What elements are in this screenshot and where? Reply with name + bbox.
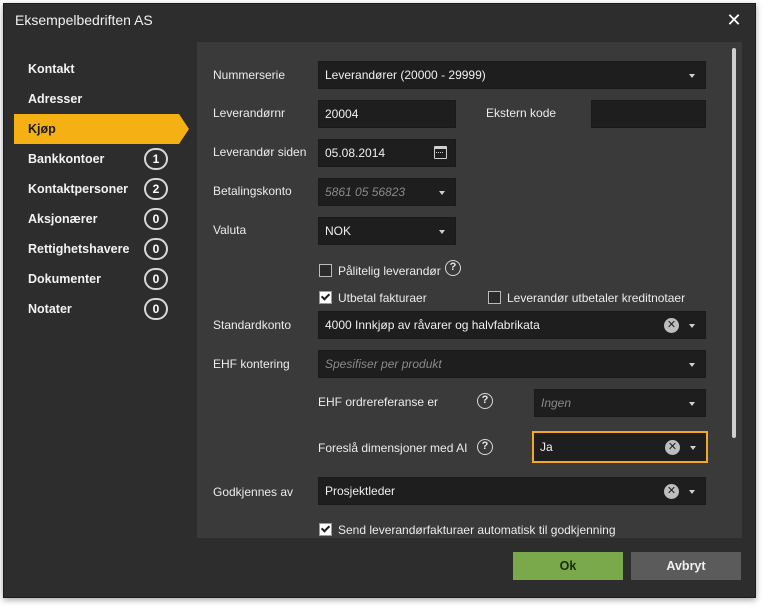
- valuta-select[interactable]: NOK: [318, 217, 456, 245]
- standardkonto-label: Standardkonto: [213, 318, 292, 332]
- chevron-down-icon: [690, 446, 696, 450]
- chevron-down-icon: [439, 230, 445, 234]
- clear-icon[interactable]: ✕: [664, 318, 679, 333]
- ok-button[interactable]: Ok: [513, 552, 623, 580]
- count-badge: 0: [144, 238, 168, 260]
- ehf-kontering-label: EHF kontering: [213, 357, 290, 371]
- send-godkjenning-checkbox[interactable]: [319, 523, 332, 536]
- title-bar: Eksempelbedriften AS ✕: [4, 4, 755, 38]
- betalingskonto-select[interactable]: 5861 05 56823: [318, 178, 456, 206]
- help-icon[interactable]: ?: [445, 260, 461, 276]
- chevron-down-icon: [689, 363, 695, 367]
- panel-scrollbar[interactable]: [728, 42, 742, 538]
- clear-icon[interactable]: ✕: [665, 440, 680, 455]
- count-badge: 0: [144, 268, 168, 290]
- checkmark-icon: [320, 523, 331, 533]
- leverandor-siden-date[interactable]: 05.08.2014: [318, 139, 456, 167]
- palitelig-checkbox[interactable]: [319, 264, 332, 277]
- betalingskonto-label: Betalingskonto: [213, 184, 292, 198]
- dialog-window: Eksempelbedriften AS ✕ Kontakt Adresser …: [3, 3, 756, 598]
- ehf-kontering-select[interactable]: Spesifiser per produkt: [318, 350, 706, 378]
- leverandornr-label: Leverandørnr: [213, 106, 286, 120]
- count-badge: 1: [144, 148, 168, 170]
- sidebar-item-aksjonaerer[interactable]: Aksjonærer 0: [4, 204, 194, 234]
- standardkonto-select[interactable]: 4000 Innkjøp av råvarer og halvfabrikata…: [318, 311, 706, 339]
- clear-icon[interactable]: ✕: [664, 484, 679, 499]
- sidebar-item-adresser[interactable]: Adresser: [4, 84, 194, 114]
- nummerserie-label: Nummerserie: [213, 68, 286, 82]
- calendar-icon[interactable]: [434, 146, 447, 159]
- chevron-down-icon: [689, 324, 695, 328]
- sidebar-item-dokumenter[interactable]: Dokumenter 0: [4, 264, 194, 294]
- sidebar-item-kontakt[interactable]: Kontakt: [4, 54, 194, 84]
- leverandor-siden-label: Leverandør siden: [213, 145, 307, 159]
- dimensjoner-label: Foreslå dimensjoner med AI: [318, 441, 468, 455]
- count-badge: 2: [144, 178, 168, 200]
- leverandornr-input[interactable]: 20004: [318, 100, 456, 128]
- kreditnotaer-label: Leverandør utbetaler kreditnotaer: [507, 291, 686, 305]
- dialog-title: Eksempelbedriften AS: [15, 12, 153, 28]
- send-godkjenning-label: Send leverandørfakturaer automatisk til …: [338, 523, 616, 537]
- godkjennes-select[interactable]: Prosjektleder ✕: [318, 477, 706, 505]
- kreditnotaer-checkbox[interactable]: [488, 291, 501, 304]
- count-badge: 0: [144, 208, 168, 230]
- chevron-down-icon: [689, 490, 695, 494]
- sidebar-nav: Kontakt Adresser Kjøp Bankkontoer 1 Konta…: [4, 54, 194, 324]
- godkjennes-label: Godkjennes av: [213, 485, 294, 499]
- close-icon[interactable]: ✕: [725, 11, 743, 29]
- utbetal-label: Utbetal fakturaer: [338, 291, 427, 305]
- valuta-label: Valuta: [213, 223, 247, 237]
- dimensjoner-select[interactable]: Ja ✕: [532, 431, 708, 463]
- ehf-ordreref-label: EHF ordrereferanse er: [318, 395, 439, 409]
- help-icon[interactable]: ?: [477, 439, 493, 455]
- scrollbar-thumb[interactable]: [732, 48, 736, 438]
- utbetal-checkbox[interactable]: [319, 291, 332, 304]
- nummerserie-select[interactable]: Leverandører (20000 - 29999): [318, 61, 706, 89]
- checkmark-icon: [320, 291, 331, 301]
- cancel-button[interactable]: Avbryt: [631, 552, 741, 580]
- ekstern-kode-label: Ekstern kode: [486, 106, 557, 120]
- count-badge: 0: [144, 298, 168, 320]
- ehf-ordreref-select[interactable]: Ingen: [534, 389, 706, 417]
- chevron-down-icon: [689, 74, 695, 78]
- help-icon[interactable]: ?: [477, 393, 493, 409]
- chevron-down-icon: [689, 402, 695, 406]
- chevron-down-icon: [439, 191, 445, 195]
- ekstern-kode-input[interactable]: [591, 100, 706, 128]
- palitelig-label: Pålitelig leverandør: [338, 264, 441, 278]
- sidebar-item-kjop[interactable]: Kjøp: [14, 114, 189, 144]
- sidebar-item-notater[interactable]: Notater 0: [4, 294, 194, 324]
- sidebar-item-kontaktpersoner[interactable]: Kontaktpersoner 2: [4, 174, 194, 204]
- sidebar-item-bankkontoer[interactable]: Bankkontoer 1: [4, 144, 194, 174]
- sidebar-item-rettighetshavere[interactable]: Rettighetshavere 0: [4, 234, 194, 264]
- purchase-settings-panel: Nummerserie Leverandører (20000 - 29999)…: [197, 42, 728, 538]
